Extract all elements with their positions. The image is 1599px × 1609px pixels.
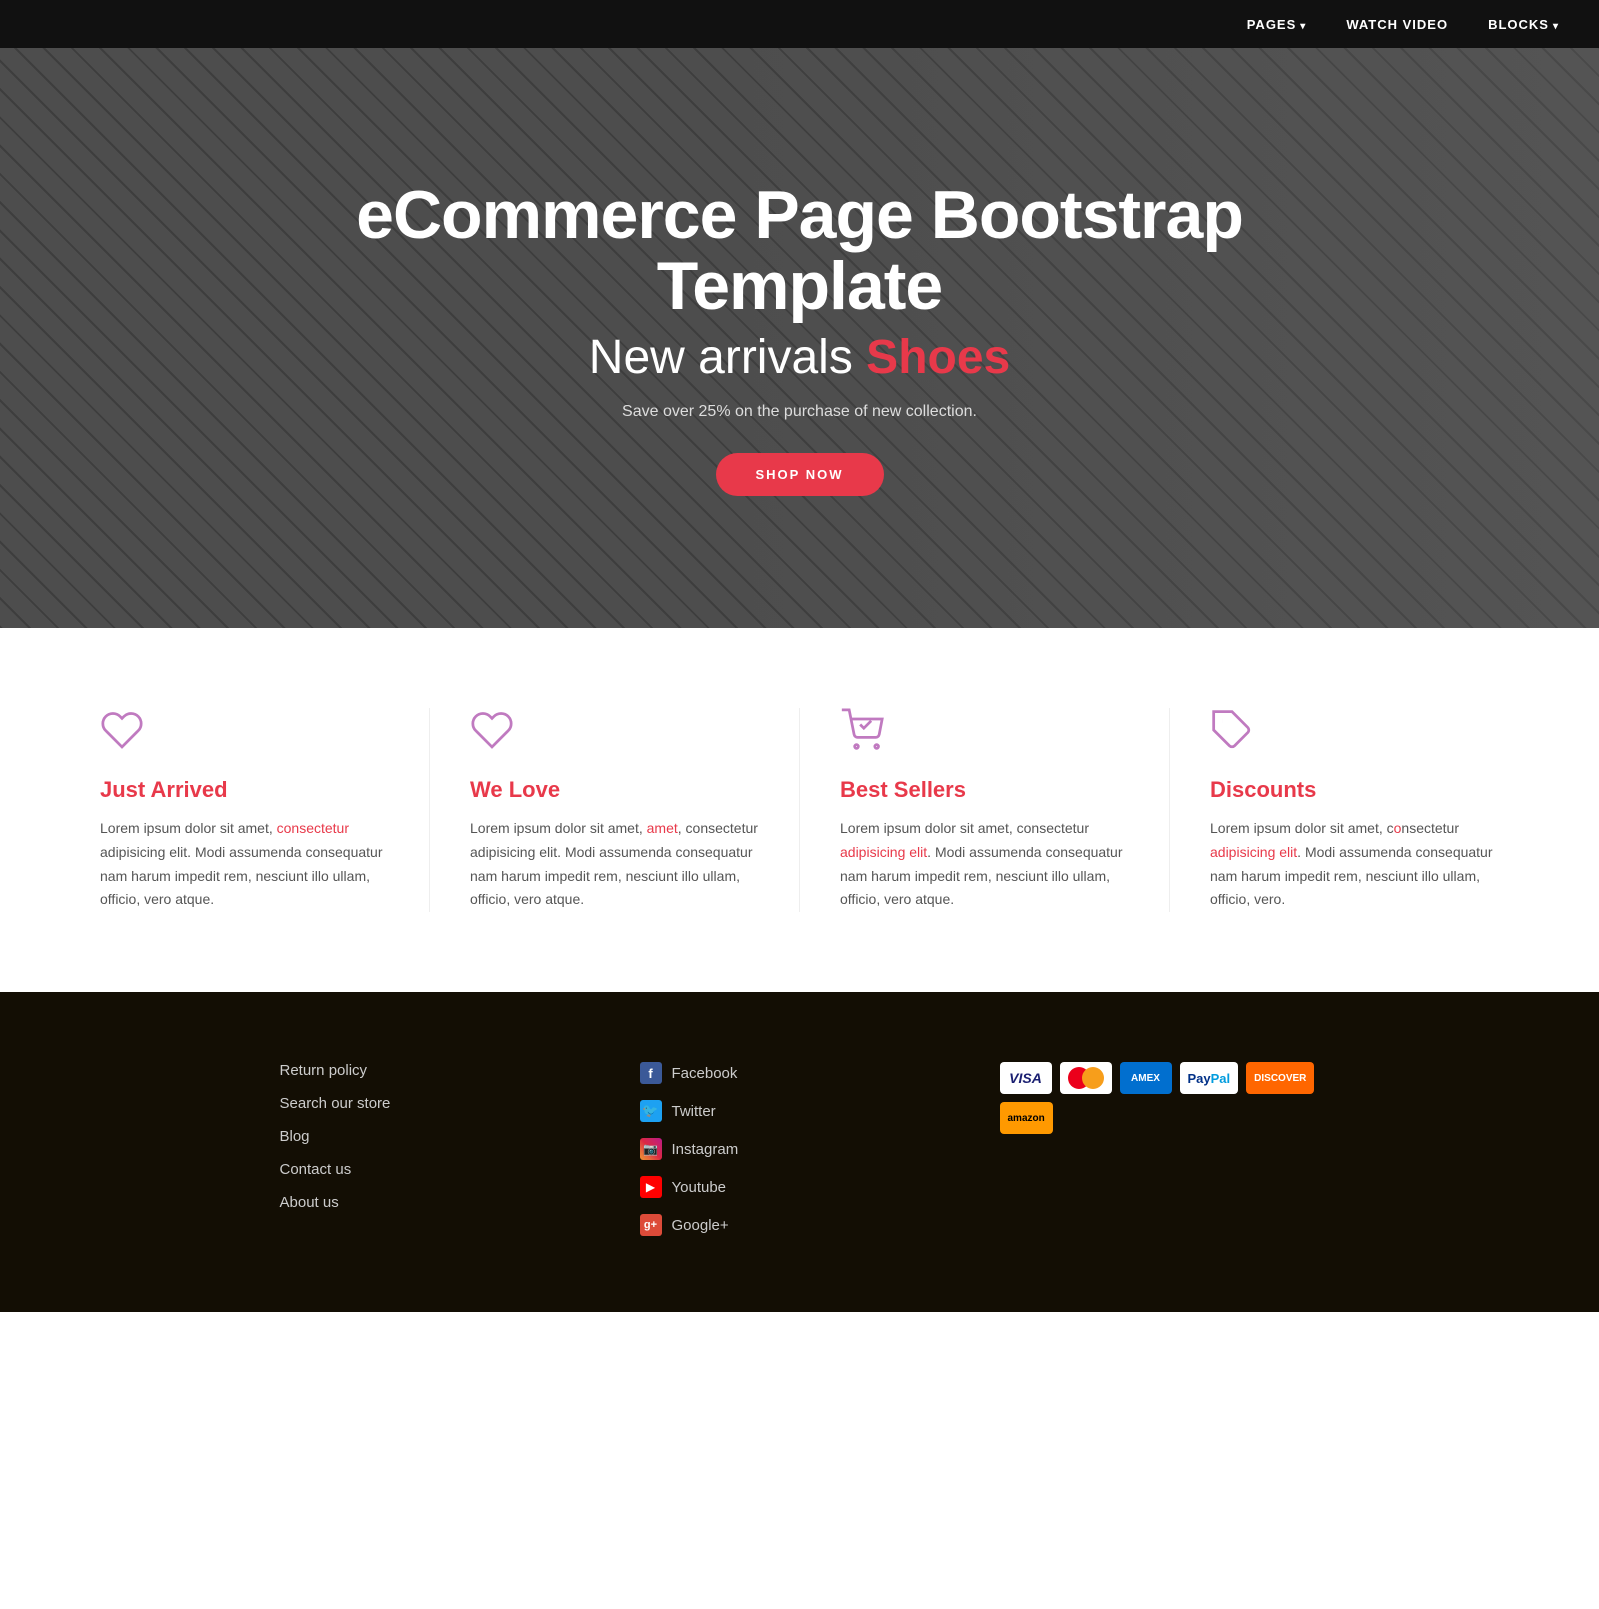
pages-arrow-icon: ▾ [1300,21,1306,32]
hero-section: eCommerce Page Bootstrap Template New ar… [0,48,1599,628]
feature-discounts: Discounts Lorem ipsum dolor sit amet, co… [1170,708,1539,912]
footer-link-blog[interactable]: Blog [280,1128,600,1145]
instagram-icon: 📷 [640,1138,662,1160]
feature-title-we-love: We Love [470,777,759,803]
footer-twitter-link[interactable]: 🐦 Twitter [640,1100,960,1122]
footer-link-return-policy[interactable]: Return policy [280,1062,600,1079]
hero-title-main: eCommerce Page Bootstrap Template [350,180,1250,323]
footer-links-column: Return policy Search our store Blog Cont… [260,1062,620,1252]
hero-content: eCommerce Page Bootstrap Template New ar… [350,180,1250,497]
feature-we-love: We Love Lorem ipsum dolor sit amet, amet… [430,708,800,912]
nav-blocks[interactable]: BLOCKS▾ [1488,17,1559,32]
footer-social-column: f Facebook 🐦 Twitter 📷 Instagram ▶ Youtu… [620,1062,980,1252]
tag-icon [1210,708,1499,757]
visa-badge: VISA [1000,1062,1052,1094]
footer-googleplus-link[interactable]: g+ Google+ [640,1214,960,1236]
feature-best-sellers: Best Sellers Lorem ipsum dolor sit amet,… [800,708,1170,912]
amazon-badge: amazon [1000,1102,1053,1134]
feature-title-just-arrived: Just Arrived [100,777,389,803]
features-section: Just Arrived Lorem ipsum dolor sit amet,… [0,628,1599,992]
feature-just-arrived: Just Arrived Lorem ipsum dolor sit amet,… [60,708,430,912]
feature-desc-discounts: Lorem ipsum dolor sit amet, consectetur … [1210,817,1499,912]
twitter-icon: 🐦 [640,1100,662,1122]
heart-icon [100,708,389,757]
footer-link-contact[interactable]: Contact us [280,1161,600,1178]
top-navigation: PAGES▾ WATCH VIDEO BLOCKS▾ [0,0,1599,48]
cart-icon [840,708,1129,757]
nav-pages[interactable]: PAGES▾ [1247,17,1307,32]
feature-desc-just-arrived: Lorem ipsum dolor sit amet, consectetur … [100,817,389,912]
footer-youtube-link[interactable]: ▶ Youtube [640,1176,960,1198]
footer-payments-column: VISA AMEX PayPal DISCOVER amazon [980,1062,1340,1252]
footer: Return policy Search our store Blog Cont… [0,992,1599,1312]
hero-description: Save over 25% on the purchase of new col… [350,403,1250,421]
paypal-badge: PayPal [1180,1062,1239,1094]
nav-watch-video[interactable]: WATCH VIDEO [1346,17,1448,32]
mastercard-badge [1060,1062,1112,1094]
googleplus-icon: g+ [640,1214,662,1236]
blocks-arrow-icon: ▾ [1553,21,1559,32]
discover-badge: DISCOVER [1246,1062,1314,1094]
feature-desc-best-sellers: Lorem ipsum dolor sit amet, consectetur … [840,817,1129,912]
footer-instagram-link[interactable]: 📷 Instagram [640,1138,960,1160]
facebook-icon: f [640,1062,662,1084]
footer-facebook-link[interactable]: f Facebook [640,1062,960,1084]
shop-now-button[interactable]: SHOP NOW [716,453,884,496]
footer-inner: Return policy Search our store Blog Cont… [200,1062,1400,1252]
amex-badge: AMEX [1120,1062,1172,1094]
footer-link-search[interactable]: Search our store [280,1095,600,1112]
feature-title-best-sellers: Best Sellers [840,777,1129,803]
footer-link-about[interactable]: About us [280,1194,600,1211]
hero-title-sub: New arrivals Shoes [350,330,1250,385]
heart-icon-2 [470,708,759,757]
feature-desc-we-love: Lorem ipsum dolor sit amet, amet, consec… [470,817,759,912]
payment-icons: VISA AMEX PayPal DISCOVER amazon [1000,1062,1320,1134]
feature-title-discounts: Discounts [1210,777,1499,803]
youtube-icon: ▶ [640,1176,662,1198]
